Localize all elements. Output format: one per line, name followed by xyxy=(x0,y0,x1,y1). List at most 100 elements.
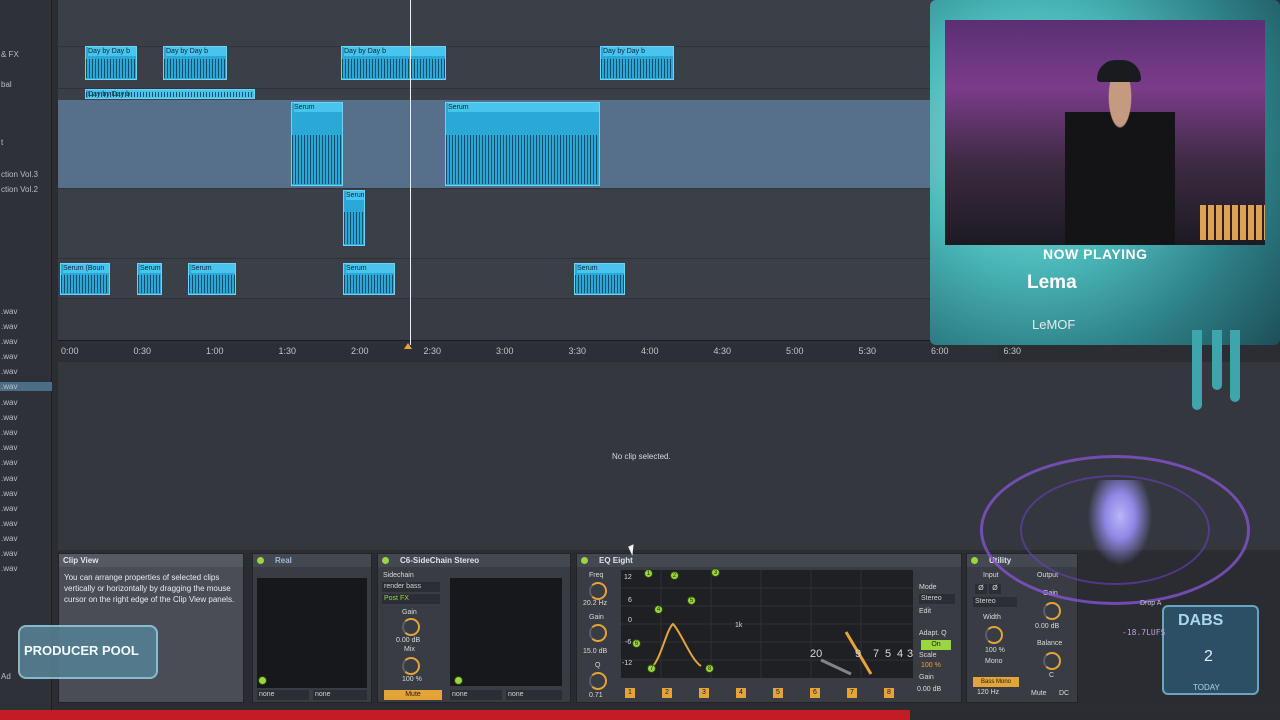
audio-clip[interactable]: Serum xyxy=(445,102,600,186)
browser-item[interactable]: .wav xyxy=(0,458,52,467)
eq-scale-value[interactable]: 100 % xyxy=(921,662,941,669)
browser-item[interactable]: .wav xyxy=(0,337,52,346)
browser-item[interactable]: .wav xyxy=(0,428,52,437)
sidechain-dropdown-2[interactable]: none xyxy=(506,690,562,700)
width-knob[interactable] xyxy=(985,626,1003,644)
browser-item[interactable]: .wav xyxy=(0,413,52,422)
audio-clip[interactable]: Serum (Boun xyxy=(60,263,110,295)
utility-balance-value[interactable]: C xyxy=(1049,672,1054,679)
gain-value[interactable]: 0.00 dB xyxy=(396,637,420,644)
bass-mono-freq[interactable]: 120 Hz xyxy=(977,689,999,696)
browser-item[interactable]: bal xyxy=(0,80,52,89)
browser-item[interactable]: .wav xyxy=(0,519,52,528)
gain-knob[interactable] xyxy=(402,618,420,636)
audio-clip[interactable]: Day by Day b xyxy=(85,89,255,99)
mix-knob[interactable] xyxy=(402,657,420,675)
eq-band-selector[interactable]: 1 2 3 4 5 6 7 8 xyxy=(621,680,913,700)
eq-band-point[interactable]: 1 xyxy=(644,569,653,578)
browser-item[interactable]: ction Vol.3 xyxy=(0,170,52,179)
bass-mono-button[interactable]: Bass Mono xyxy=(973,677,1019,687)
phase-right[interactable]: Ø xyxy=(989,584,1001,594)
eq-display[interactable] xyxy=(621,570,913,678)
sidechain-dropdown-1[interactable]: none xyxy=(450,690,502,700)
eq-band-point[interactable]: 5 xyxy=(687,596,696,605)
audio-clip[interactable]: Serum xyxy=(188,263,236,295)
eq-band-toggle[interactable]: 6 xyxy=(810,688,820,698)
power-icon[interactable] xyxy=(257,557,264,564)
track-lane[interactable] xyxy=(58,0,938,46)
utility-stereo[interactable]: Stereo xyxy=(973,597,1017,607)
eq-gain-out-value[interactable]: 0.00 dB xyxy=(917,686,941,693)
sidechain-source[interactable]: render bass xyxy=(382,582,440,592)
audio-clip[interactable]: Serum xyxy=(343,190,365,246)
mute-button[interactable]: Mute xyxy=(384,690,442,700)
power-icon[interactable] xyxy=(581,557,588,564)
eq-band-toggle[interactable]: 7 xyxy=(847,688,857,698)
device-real[interactable]: Real none none xyxy=(252,553,372,703)
audio-clip[interactable]: Day by Day b xyxy=(341,46,446,80)
utility-gain-knob[interactable] xyxy=(1043,602,1061,620)
audio-clip[interactable]: Day by Day b xyxy=(600,46,674,80)
eq-band-toggle[interactable]: 5 xyxy=(773,688,783,698)
utility-mono-label[interactable]: Mono xyxy=(985,658,1003,665)
phase-left[interactable]: Ø xyxy=(975,584,987,594)
eq-band-toggle[interactable]: 4 xyxy=(736,688,746,698)
eq-mode-dropdown[interactable]: Stereo xyxy=(919,594,955,604)
mix-value[interactable]: 100 % xyxy=(402,676,422,683)
eq-band-point[interactable]: 6 xyxy=(632,639,641,648)
knob-point[interactable] xyxy=(258,676,267,685)
loop-marker[interactable] xyxy=(404,343,412,349)
track-lane[interactable] xyxy=(58,188,938,258)
eq-band-toggle[interactable]: 1 xyxy=(625,688,635,698)
eq-gain-value[interactable]: 15.0 dB xyxy=(583,648,607,655)
audio-clip[interactable]: Serum xyxy=(137,263,162,295)
browser-item[interactable]: .wav xyxy=(0,564,52,573)
freq-value[interactable]: 20.2 Hz xyxy=(583,600,607,607)
browser-item[interactable]: .wav xyxy=(0,352,52,361)
eq-band-point[interactable]: 7 xyxy=(647,664,656,673)
q-knob[interactable] xyxy=(589,672,607,690)
browser-item[interactable]: .wav xyxy=(0,474,52,483)
browser-item[interactable]: .wav xyxy=(0,367,52,376)
browser-item[interactable]: .wav xyxy=(0,504,52,513)
browser-item[interactable]: .wav xyxy=(0,534,52,543)
browser-item[interactable]: .wav xyxy=(0,489,52,498)
utility-gain-value[interactable]: 0.00 dB xyxy=(1035,623,1059,630)
browser-item[interactable]: .wav xyxy=(0,398,52,407)
track-lane[interactable] xyxy=(58,298,938,340)
browser-item[interactable]: & FX xyxy=(0,50,52,59)
eq-band-toggle[interactable]: 8 xyxy=(884,688,894,698)
audio-clip[interactable]: Day by Day b xyxy=(163,46,227,80)
device-eq-eight[interactable]: EQ Eight Freq 20.2 Hz Gain 15.0 dB Q 0.7… xyxy=(576,553,962,703)
freq-knob[interactable] xyxy=(589,582,607,600)
audio-clip[interactable]: Serum xyxy=(574,263,625,295)
audio-clip[interactable]: Day by Day b xyxy=(85,46,137,80)
browser-item[interactable]: .wav xyxy=(0,443,52,452)
knob-point[interactable] xyxy=(454,676,463,685)
real-dropdown-2[interactable]: none xyxy=(313,690,367,700)
eq-band-toggle[interactable]: 3 xyxy=(699,688,709,698)
q-value[interactable]: 0.71 xyxy=(589,692,603,699)
eq-band-point[interactable]: 2 xyxy=(670,571,679,580)
browser-item[interactable]: .wav xyxy=(0,322,52,331)
power-icon[interactable] xyxy=(382,557,389,564)
power-icon[interactable] xyxy=(971,557,978,564)
browser-item[interactable]: t xyxy=(0,138,52,147)
browser-item[interactable]: .wav xyxy=(0,549,52,558)
eq-band-point[interactable]: 4 xyxy=(654,605,663,614)
utility-mute[interactable]: Mute xyxy=(1031,690,1047,697)
eq-gain-knob[interactable] xyxy=(589,624,607,642)
eq-band-point[interactable]: 8 xyxy=(705,664,714,673)
timeline-ruler[interactable]: 0:00 0:30 1:00 1:30 2:00 2:30 3:00 3:30 4:00 4:30… xyxy=(58,340,1021,360)
browser-item[interactable]: .wav xyxy=(0,382,52,391)
real-dropdown-1[interactable]: none xyxy=(257,690,309,700)
balance-knob[interactable] xyxy=(1043,652,1061,670)
audio-clip[interactable]: Serum xyxy=(343,263,395,295)
eq-band-toggle[interactable]: 2 xyxy=(662,688,672,698)
browser-item[interactable]: ction Vol.2 xyxy=(0,185,52,194)
utility-width-value[interactable]: 100 % xyxy=(985,647,1005,654)
audio-clip[interactable]: Serum xyxy=(291,102,343,186)
sidechain-postfx[interactable]: Post FX xyxy=(382,594,440,604)
eq-adapt-toggle[interactable]: On xyxy=(921,640,951,650)
eq-band-point[interactable]: 3 xyxy=(711,568,720,577)
